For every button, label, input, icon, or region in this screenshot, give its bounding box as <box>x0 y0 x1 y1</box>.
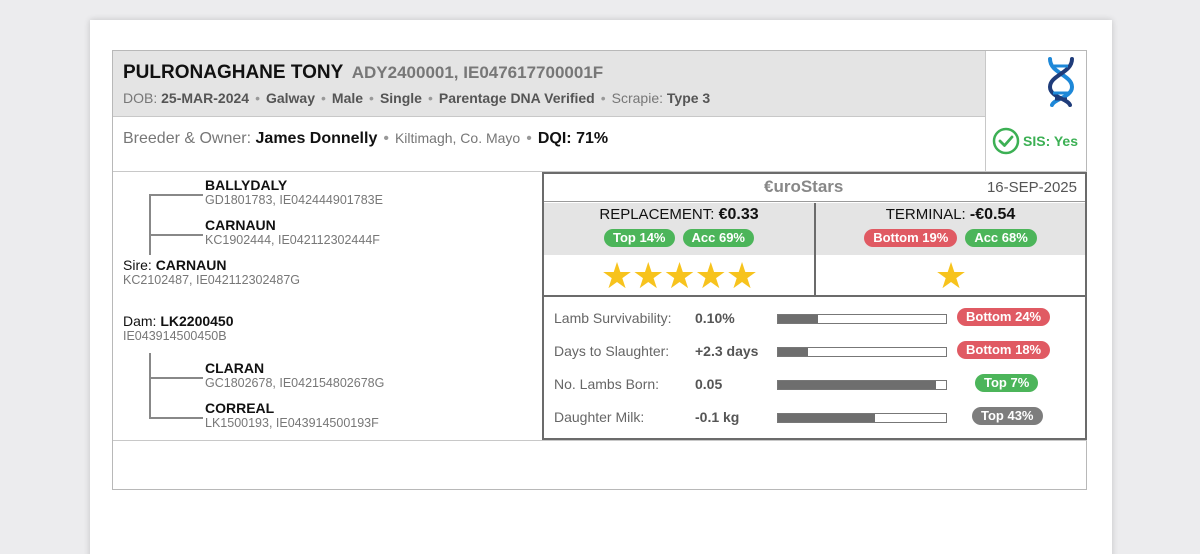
animal-name: PULRONAGHANE TONY <box>123 62 344 83</box>
tree-line <box>149 194 151 255</box>
trait-label: Lamb Survivability: <box>554 310 672 326</box>
trait-label: No. Lambs Born: <box>554 376 660 392</box>
genomics-panel: SIS: Yes <box>985 51 1087 171</box>
trait-label: Daughter Milk: <box>554 409 645 425</box>
eurostars-panel: €uroStars 16-SEP-2025 REPLACEMENT: €0.33… <box>542 172 1087 440</box>
trait-bar-fill <box>778 348 809 356</box>
replacement-label: REPLACEMENT: <box>599 206 715 223</box>
dob-label: DOB: <box>123 90 158 106</box>
animal-title: PULRONAGHANE TONY ADY2400001, IE04761770… <box>123 62 603 84</box>
trait-row: Days to Slaughter: +2.3 days Bottom 18% <box>544 338 1085 368</box>
tree-line <box>149 353 151 419</box>
tree-line <box>149 234 203 236</box>
dna-icon <box>1047 57 1075 107</box>
pedigree-sire: Sire: CARNAUN KC2102487, IE042112302487G <box>123 257 300 288</box>
trait-value: 0.10% <box>695 310 735 326</box>
replacement-accuracy-badge: Acc 69% <box>682 229 754 247</box>
ancestor-name: CLARAN <box>205 360 265 376</box>
sire-label: Sire: <box>123 257 152 273</box>
eurostars-header: €uroStars 16-SEP-2025 <box>544 174 1085 202</box>
ancestor-id: LK1500193, IE043914500193F <box>205 416 379 430</box>
ancestor-id: GD1801783, IE042444901783E <box>205 193 383 207</box>
replacement-value: €0.33 <box>718 206 759 223</box>
replacement-star-rating: ★★★★★ <box>600 255 758 296</box>
ancestor-name: CARNAUN <box>205 217 276 233</box>
pedigree-dam-sire: CLARAN GC1802678, IE042154802678G <box>205 360 384 391</box>
ancestor-id: KC1902444, IE042112302444F <box>205 233 380 247</box>
ancestor-name: CORREAL <box>205 400 275 416</box>
pedigree-sire-dam: CARNAUN KC1902444, IE042112302444F <box>205 217 380 248</box>
trait-bar <box>777 413 947 423</box>
trait-rank-badge: Bottom 18% <box>957 341 1051 359</box>
trait-bar-fill <box>778 381 936 389</box>
scrapie-value: Type 3 <box>666 90 711 106</box>
trait-row: Daughter Milk: -0.1 kg Top 43% <box>544 404 1085 434</box>
sire-name: CARNAUN <box>155 257 227 273</box>
dob-value: 25-MAR-2024 <box>161 90 250 106</box>
tree-line <box>149 194 203 196</box>
sex: Male <box>331 90 364 106</box>
pedigree-sire-sire: BALLYDALY GD1801783, IE042444901783E <box>205 177 383 208</box>
breeder-row: Breeder & Owner: James Donnelly • Kiltimag… <box>123 130 609 147</box>
sire-id: KC2102487, IE042112302487G <box>123 273 301 287</box>
sis-label: SIS: Yes <box>1023 133 1079 149</box>
parentage-status: Parentage DNA Verified <box>438 90 595 106</box>
trait-label: Days to Slaughter: <box>554 343 670 359</box>
trait-rank-badge: Top 43% <box>972 407 1043 425</box>
trait-bar-fill <box>778 315 819 323</box>
replacement-index: REPLACEMENT: €0.33 Top 14% Acc 69% ★★★★★ <box>544 203 816 297</box>
dam-id: IE043914500450B <box>123 329 227 343</box>
birth-type: Single <box>379 90 422 106</box>
trait-bar <box>777 380 947 390</box>
evaluation-date: 16-SEP-2025 <box>986 179 1077 196</box>
terminal-index: TERMINAL: -€0.54 Bottom 19% Acc 68% ★ <box>816 203 1085 297</box>
tree-line <box>149 417 203 419</box>
tree-line <box>149 377 203 379</box>
dam-name: LK2200450 <box>160 313 234 329</box>
animal-header: PULRONAGHANE TONY ADY2400001, IE04761770… <box>113 51 985 117</box>
terminal-rank-badge: Bottom 19% <box>864 229 958 247</box>
animal-card: PULRONAGHANE TONY ADY2400001, IE04761770… <box>112 50 1087 490</box>
trait-value: 0.05 <box>695 376 723 392</box>
sis-status: SIS: Yes <box>992 127 1078 155</box>
terminal-value: -€0.54 <box>969 206 1016 223</box>
terminal-label: TERMINAL: <box>885 206 966 223</box>
animal-ids: ADY2400001, IE047617700001F <box>351 63 604 82</box>
dam-label: Dam: <box>123 313 157 329</box>
trait-rank-badge: Top 7% <box>975 374 1039 392</box>
divider <box>113 440 1087 441</box>
trait-row: No. Lambs Born: 0.05 Top 7% <box>544 371 1085 401</box>
breeder-label: Breeder & Owner: <box>123 130 252 147</box>
breeder-name: James Donnelly <box>255 130 378 147</box>
breeder-location: Kiltimagh, Co. Mayo <box>394 130 521 146</box>
ancestor-name: BALLYDALY <box>205 177 288 193</box>
trait-bar <box>777 314 947 324</box>
replacement-rank-badge: Top 14% <box>604 229 675 247</box>
trait-value: -0.1 kg <box>695 409 740 425</box>
report-page: PULRONAGHANE TONY ADY2400001, IE04761770… <box>90 20 1112 554</box>
trait-row: Lamb Survivability: 0.10% Bottom 24% <box>544 305 1085 335</box>
replacement-title: REPLACEMENT: €0.33 <box>544 206 814 224</box>
pedigree-dam-dam: CORREAL LK1500193, IE043914500193F <box>205 400 379 431</box>
dqi-value: DQI: 71% <box>537 130 609 147</box>
trait-value: +2.3 days <box>695 343 759 359</box>
county: Galway <box>265 90 315 106</box>
terminal-title: TERMINAL: -€0.54 <box>816 206 1085 224</box>
pedigree-dam: Dam: LK2200450 IE043914500450B <box>123 313 234 344</box>
ancestor-id: GC1802678, IE042154802678G <box>205 376 385 390</box>
animal-meta: DOB: 25-MAR-2024 • Galway • Male • Single • Pare… <box>123 90 711 106</box>
trait-bar-fill <box>778 414 876 422</box>
terminal-star-rating: ★ <box>934 255 967 296</box>
pedigree-tree: BALLYDALY GD1801783, IE042444901783E CAR… <box>113 172 542 440</box>
check-circle-icon <box>992 127 1020 155</box>
eurostars-logo: €uroStars <box>764 177 844 196</box>
trait-bar <box>777 347 947 357</box>
scrapie-label: Scrapie: <box>611 90 663 106</box>
trait-rank-badge: Bottom 24% <box>957 308 1051 326</box>
terminal-accuracy-badge: Acc 68% <box>965 229 1037 247</box>
